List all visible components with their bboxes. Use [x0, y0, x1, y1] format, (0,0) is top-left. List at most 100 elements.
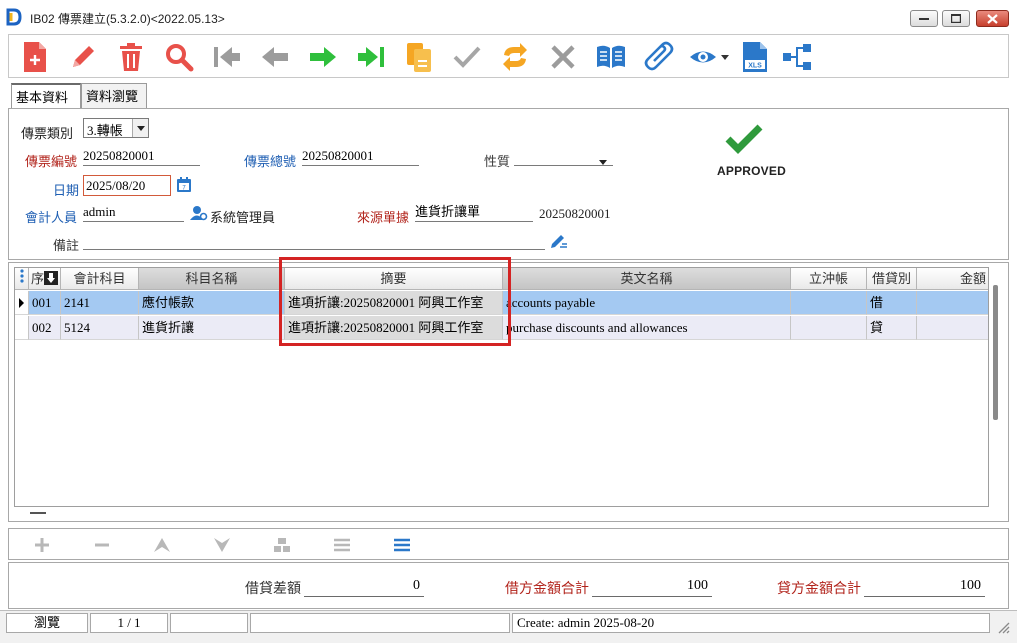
- cell-offset[interactable]: [791, 291, 867, 315]
- flow-diagram-icon[interactable]: [779, 39, 815, 75]
- split-rows-icon[interactable]: [271, 534, 293, 556]
- user-lookup-icon[interactable]: [190, 205, 208, 221]
- col-offset-header[interactable]: 立沖帳: [791, 268, 867, 290]
- debit-total-value: 100: [592, 578, 712, 597]
- last-record-icon[interactable]: [353, 39, 389, 75]
- col-seq-header[interactable]: 序: [29, 268, 61, 290]
- debit-total-label: 借方金額合計: [505, 582, 589, 597]
- move-up-icon[interactable]: [151, 534, 173, 556]
- source-doc-field[interactable]: 進貨折讓單: [415, 204, 533, 222]
- credit-total-label: 貸方金額合計: [777, 582, 861, 597]
- close-button[interactable]: [976, 10, 1009, 27]
- voucher-no-field[interactable]: 20250820001: [83, 148, 200, 166]
- status-slot: [170, 613, 248, 633]
- export-xls-icon[interactable]: XLS: [737, 39, 773, 75]
- list-view-icon[interactable]: [331, 534, 353, 556]
- calendar-icon[interactable]: 7: [176, 177, 192, 193]
- cell-amount[interactable]: [917, 291, 988, 315]
- title-bar: IB02 傳票建立(5.3.2.0)<2022.05.13>: [0, 0, 1017, 34]
- delete-trash-icon[interactable]: [113, 39, 149, 75]
- col-english-name-header[interactable]: 英文名稱: [503, 268, 791, 290]
- date-label: 日期: [53, 183, 80, 198]
- paperclip-icon[interactable]: [641, 39, 677, 75]
- cell-english-name[interactable]: accounts payable: [503, 291, 791, 315]
- resize-grip-icon[interactable]: [996, 620, 1010, 634]
- date-input[interactable]: 2025/08/20: [83, 175, 171, 196]
- cell-account-name[interactable]: 應付帳款: [139, 291, 285, 315]
- tab-strip: 基本資料 資料瀏覽: [8, 80, 1009, 110]
- row-menu-icon[interactable]: [15, 268, 29, 290]
- cell-account-name[interactable]: 進貨折讓: [139, 316, 285, 340]
- chevron-down-icon[interactable]: [599, 153, 607, 169]
- main-toolbar: XLS: [8, 34, 1009, 78]
- cell-seq[interactable]: 001: [29, 291, 61, 315]
- cell-seq[interactable]: 002: [29, 316, 61, 340]
- tab-basic-info[interactable]: 基本資料: [11, 83, 81, 109]
- first-record-icon[interactable]: [209, 39, 245, 75]
- sort-down-icon[interactable]: [44, 271, 58, 285]
- status-message: [250, 613, 510, 633]
- row-toolbar: [8, 528, 1009, 560]
- col-account-name-header[interactable]: 科目名稱: [139, 268, 285, 290]
- remove-row-icon[interactable]: [91, 534, 113, 556]
- voucher-type-value: 3.轉帳: [87, 123, 123, 138]
- edit-note-icon[interactable]: [550, 233, 568, 249]
- maximize-button[interactable]: [942, 10, 970, 27]
- search-icon[interactable]: [161, 39, 197, 75]
- difference-label: 借貸差額: [245, 582, 301, 597]
- move-down-icon[interactable]: [211, 534, 233, 556]
- cell-dc[interactable]: 貸: [867, 316, 917, 340]
- next-record-icon[interactable]: [305, 39, 341, 75]
- voucher-no-label: 傳票編號: [25, 154, 78, 169]
- open-book-icon[interactable]: [593, 39, 629, 75]
- cell-amount[interactable]: [917, 316, 988, 340]
- page-indicator: 1 / 1: [90, 613, 168, 633]
- voucher-total-no-label: 傳票總號: [244, 154, 297, 169]
- svg-text:XLS: XLS: [748, 63, 762, 70]
- minimize-button[interactable]: [910, 10, 938, 27]
- credit-total-value: 100: [864, 578, 985, 597]
- copy-document-icon[interactable]: [401, 39, 437, 75]
- refresh-icon[interactable]: [497, 39, 533, 75]
- col-account-code-header[interactable]: 會計科目: [61, 268, 139, 290]
- summary-column-highlight: [279, 257, 511, 346]
- source-doc-label: 來源單據: [357, 210, 410, 225]
- previous-record-icon[interactable]: [257, 39, 293, 75]
- col-dc-header[interactable]: 借貸別: [867, 268, 917, 290]
- preview-eye-icon[interactable]: [685, 39, 733, 75]
- row-indicator: [15, 316, 29, 340]
- window-title: IB02 傳票建立(5.3.2.0)<2022.05.13>: [30, 12, 225, 26]
- remark-label: 備註: [53, 238, 80, 253]
- cell-offset[interactable]: [791, 316, 867, 340]
- approval-status: APPROVED: [717, 164, 786, 178]
- col-seq-label: 序: [31, 271, 45, 286]
- nature-label: 性質: [484, 154, 511, 169]
- create-info: Create: admin 2025-08-20: [512, 613, 990, 633]
- edit-pencil-icon[interactable]: [65, 39, 101, 75]
- cell-dc[interactable]: 借: [867, 291, 917, 315]
- add-row-icon[interactable]: [31, 534, 53, 556]
- cell-account-code[interactable]: 5124: [61, 316, 139, 340]
- cancel-x-icon[interactable]: [545, 39, 581, 75]
- mode-indicator: 瀏覽: [6, 613, 88, 633]
- app-logo-icon: [6, 8, 22, 26]
- confirm-check-icon[interactable]: [449, 39, 485, 75]
- tab-data-browse[interactable]: 資料瀏覽: [81, 83, 147, 109]
- voucher-type-select[interactable]: 3.轉帳: [83, 118, 149, 138]
- difference-value: 0: [304, 578, 424, 597]
- accountant-field[interactable]: admin: [83, 204, 184, 222]
- voucher-type-label: 傳票類別: [21, 126, 74, 141]
- new-document-icon[interactable]: [17, 39, 53, 75]
- accountant-name: 系統管理員: [210, 210, 276, 225]
- cell-english-name[interactable]: purchase discounts and allowances: [503, 316, 791, 340]
- cell-account-code[interactable]: 2141: [61, 291, 139, 315]
- remark-field[interactable]: [83, 232, 545, 250]
- grid-footer-divider: [30, 512, 46, 514]
- chevron-down-icon[interactable]: [132, 119, 148, 137]
- source-doc-number: 20250820001: [539, 206, 611, 221]
- vertical-scrollbar[interactable]: [993, 285, 998, 420]
- col-amount-header[interactable]: 金額: [917, 268, 988, 290]
- voucher-total-no-field[interactable]: 20250820001: [302, 148, 419, 166]
- menu-lines-icon[interactable]: [391, 534, 413, 556]
- nature-select[interactable]: [514, 148, 613, 166]
